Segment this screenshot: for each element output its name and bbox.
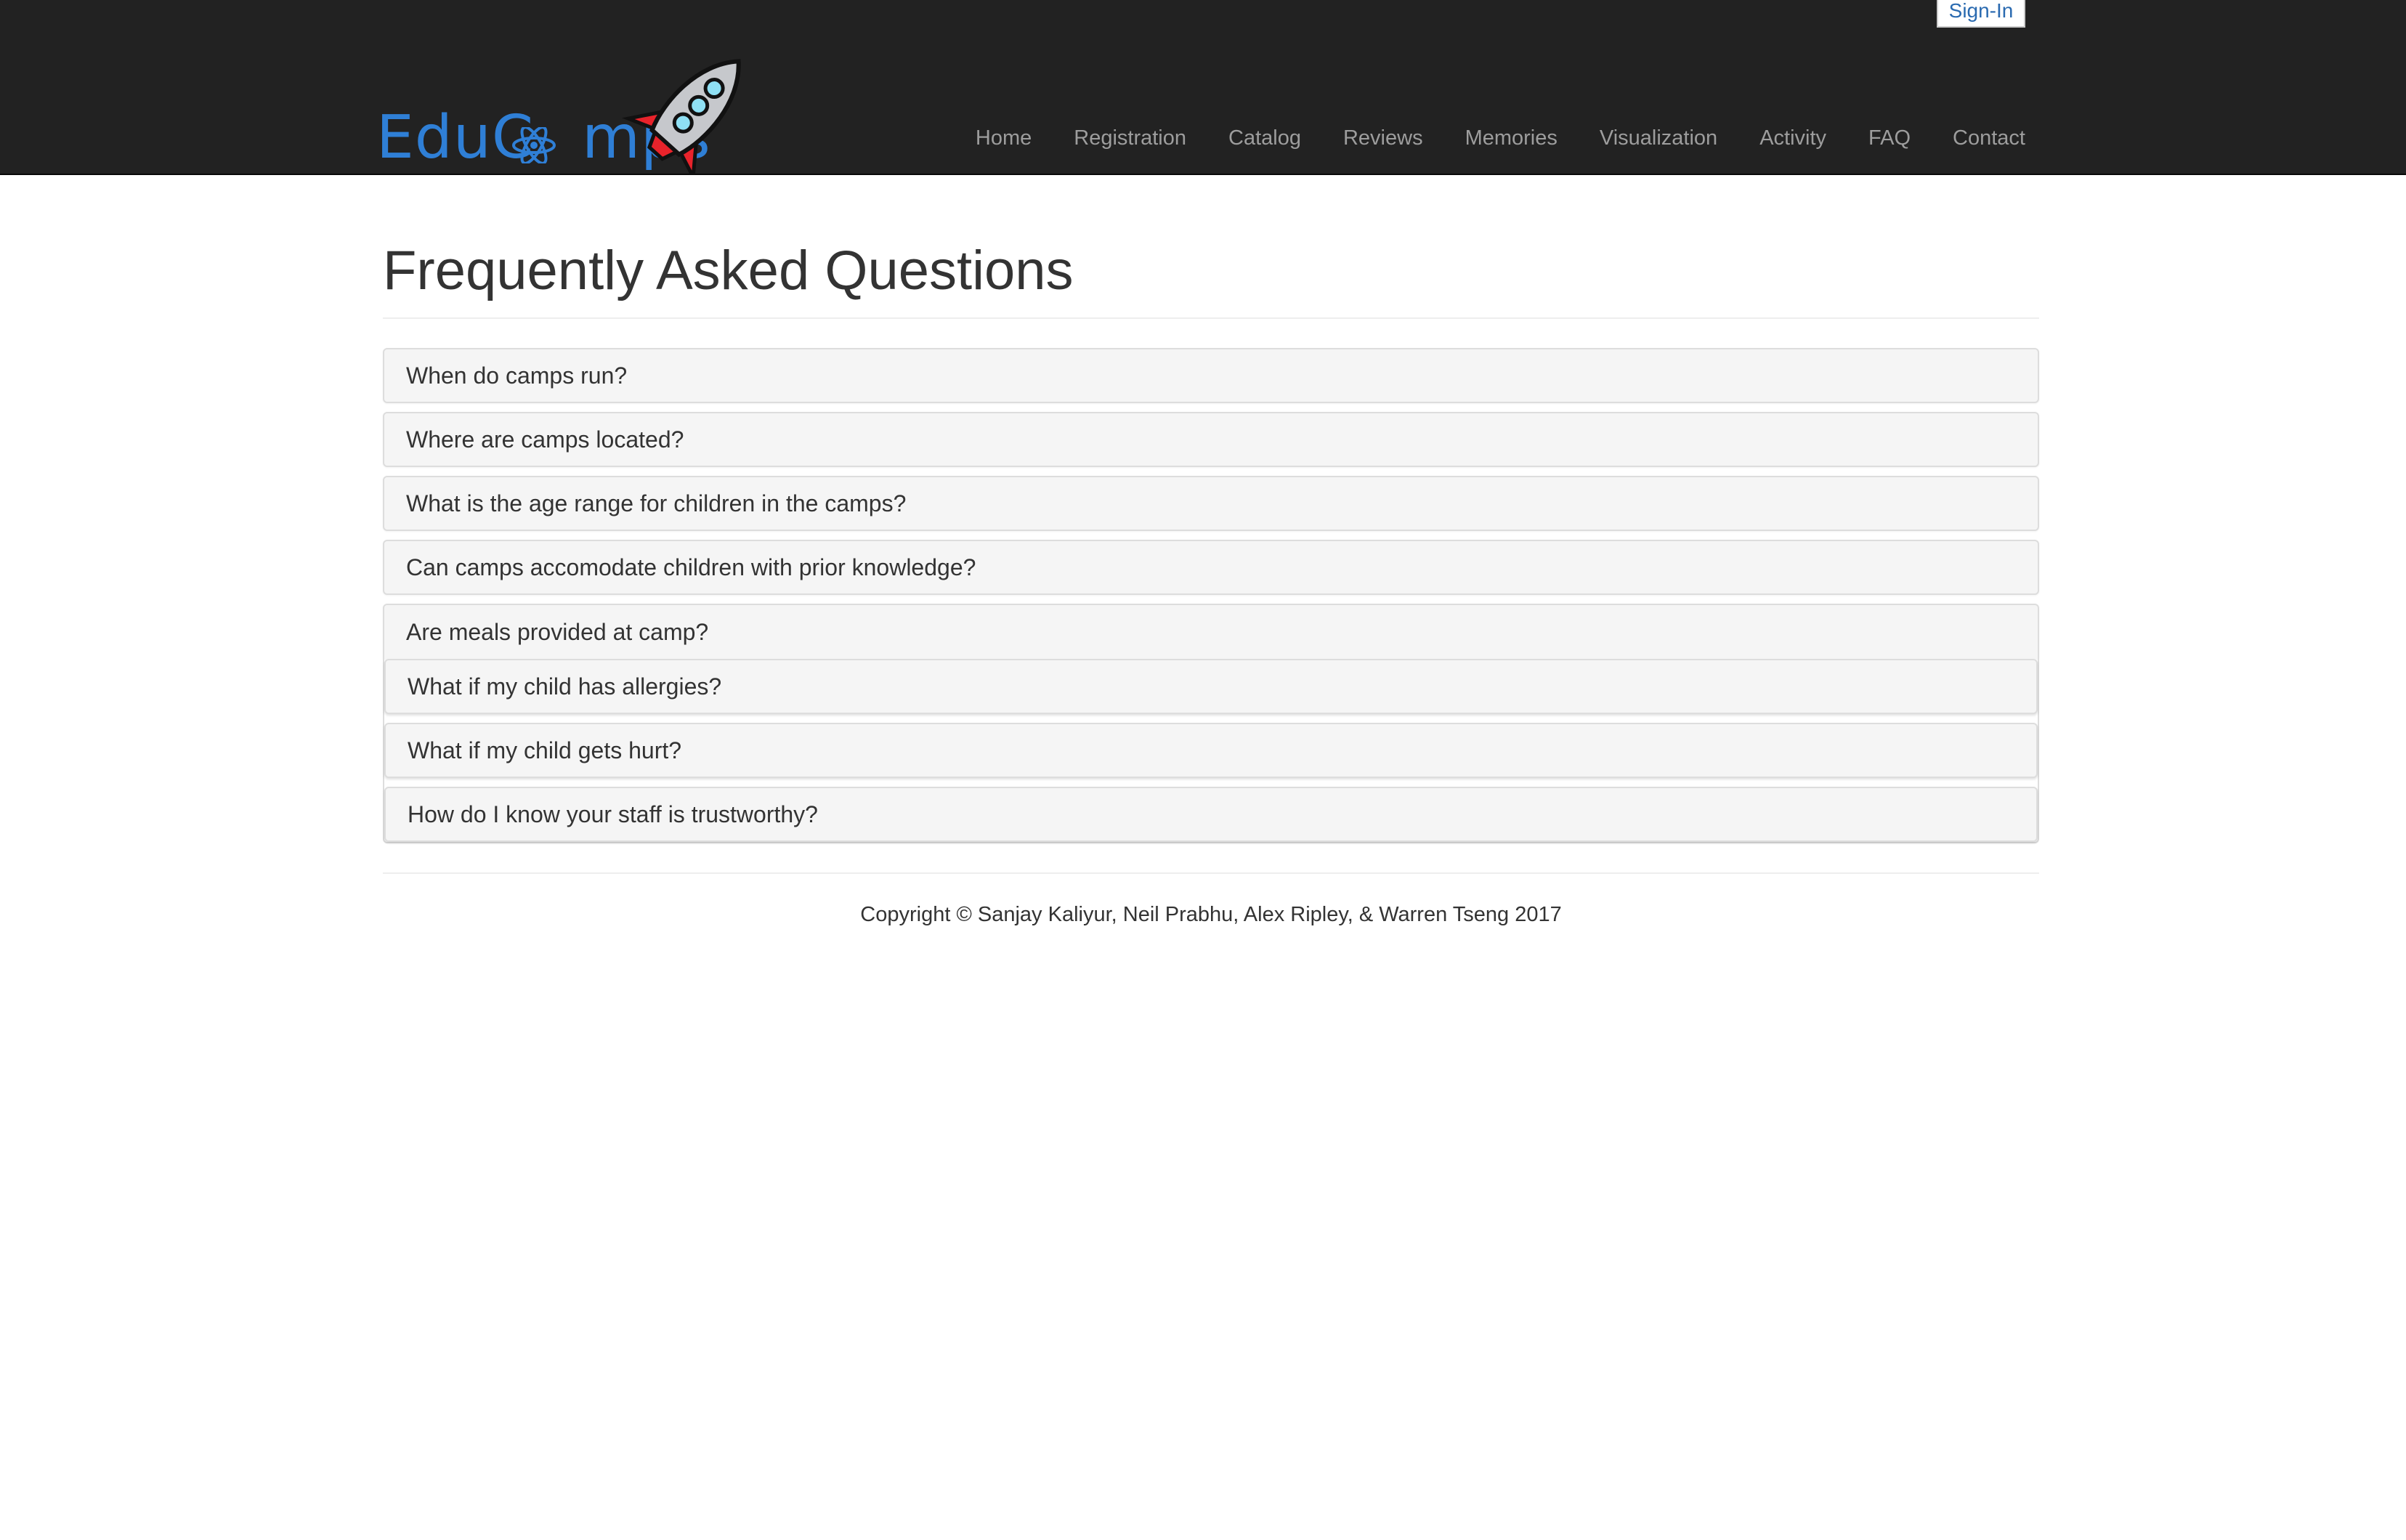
nav-faq[interactable]: FAQ	[1847, 123, 1932, 153]
main-content: Frequently Asked Questions When do camps…	[383, 175, 2039, 927]
nav-activity[interactable]: Activity	[1738, 123, 1847, 153]
brand-logo[interactable]: EduC mps	[376, 51, 769, 174]
sign-in-button[interactable]: Sign-In	[1937, 0, 2025, 28]
faq-item[interactable]: Where are camps located?	[383, 412, 2039, 467]
faq-item[interactable]: What is the age range for children in th…	[383, 476, 2039, 531]
nav-visualization[interactable]: Visualization	[1579, 123, 1738, 153]
page-title: Frequently Asked Questions	[383, 240, 1074, 301]
faq-item[interactable]: Can camps accomodate children with prior…	[383, 540, 2039, 595]
faq-list: When do camps run? Where are camps locat…	[383, 348, 2039, 843]
faq-item[interactable]: What if my child gets hurt?	[384, 723, 2038, 778]
copyright-text: Copyright © Sanjay Kaliyur, Neil Prabhu,…	[860, 903, 1562, 926]
atom-icon	[512, 127, 556, 163]
faq-item[interactable]: What if my child has allergies?	[384, 659, 2038, 714]
faq-item[interactable]: Are meals provided at camp?	[383, 604, 2039, 659]
faq-item[interactable]: How do I know your staff is trustworthy?	[384, 787, 2038, 842]
footer: Copyright © Sanjay Kaliyur, Neil Prabhu,…	[383, 872, 2039, 927]
top-navbar: Sign-In EduC mps Home Registration Catal…	[0, 0, 2406, 175]
page-header: Frequently Asked Questions	[383, 239, 2039, 319]
nav-reviews[interactable]: Reviews	[1322, 123, 1444, 153]
nav-catalog[interactable]: Catalog	[1207, 123, 1322, 153]
nav-registration[interactable]: Registration	[1053, 123, 1207, 153]
faq-item[interactable]: When do camps run?	[383, 348, 2039, 403]
rocket-icon	[622, 59, 741, 174]
nav-memories[interactable]: Memories	[1444, 123, 1579, 153]
main-nav: Home Registration Catalog Reviews Memories Vi…	[955, 123, 2025, 153]
nav-contact[interactable]: Contact	[1932, 123, 2025, 153]
faq-group: What if my child has allergies? What if …	[383, 659, 2039, 843]
nav-home[interactable]: Home	[955, 123, 1053, 153]
